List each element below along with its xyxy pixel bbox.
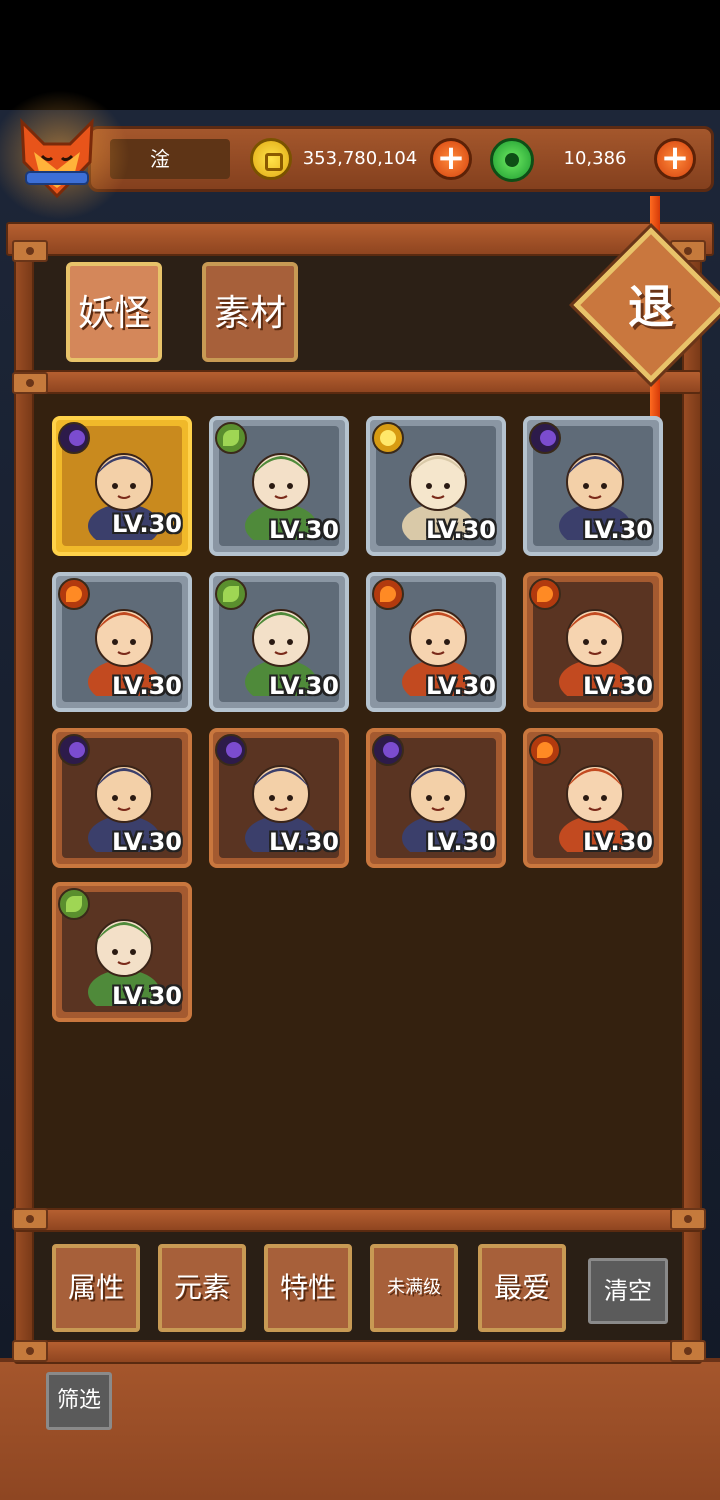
hero-card[interactable]: LV.30 [366,572,506,712]
wood-element-icon [58,888,90,920]
dark-element-icon [58,734,90,766]
hero-level: LV.30 [112,510,182,538]
exit-label[interactable]: 退 [596,262,706,352]
gold-amount: 353,780,104 [302,148,418,169]
hero-card[interactable]: LV.30 [523,572,663,712]
clear-filters-button[interactable]: 清空 [588,1258,668,1324]
hero-card[interactable]: LV.30 [523,728,663,868]
hero-level: LV.30 [583,516,653,544]
wood-element-icon [215,578,247,610]
add-jade-button[interactable]: + [654,138,696,180]
hero-card[interactable]: LV.30 [366,416,506,556]
jade-amount: 10,386 [563,148,627,169]
filter-attribute-button[interactable]: 属性 [52,1244,140,1332]
shelf-beam-bottom [14,1340,702,1364]
hero-level: LV.30 [112,982,182,1010]
hero-card[interactable]: LV.30 [52,728,192,868]
shelf-beam-lower [14,1208,702,1232]
hero-level: LV.30 [583,828,653,856]
tab-yokai[interactable]: 妖怪 [66,262,162,362]
dark-element-icon [372,734,404,766]
fire-element-icon [372,578,404,610]
hero-level: LV.30 [426,516,496,544]
filter-not-max-level-button[interactable]: 未满级 [370,1244,458,1332]
hero-card[interactable]: LV.30 [209,728,349,868]
shelf-post-left [14,230,34,1360]
fire-element-icon [529,578,561,610]
filter-button[interactable]: 筛选 [46,1372,112,1430]
hero-card[interactable]: LV.30 [209,572,349,712]
gold-coin-icon [250,138,292,180]
shelf-bolt [670,1340,706,1362]
hero-level: LV.30 [426,672,496,700]
filter-element-button[interactable]: 元素 [158,1244,246,1332]
hero-level: LV.30 [583,672,653,700]
shelf-beam-upper [14,370,702,394]
fire-element-icon [529,734,561,766]
hero-level: LV.30 [269,828,339,856]
plus-icon: + [660,138,690,178]
shelf-post-right [682,230,702,1360]
tab-materials[interactable]: 素材 [202,262,298,362]
add-gold-button[interactable]: + [430,138,472,180]
plus-icon: + [436,138,466,178]
hero-card[interactable]: LV.30 [209,416,349,556]
hero-card[interactable]: LV.30 [52,416,192,556]
hero-card[interactable]: LV.30 [52,882,192,1022]
dark-element-icon [529,422,561,454]
hero-level: LV.30 [269,516,339,544]
shelf-beam-top [6,222,714,256]
shelf-bolt [12,372,48,394]
hero-level: LV.30 [112,828,182,856]
shelf-bolt [670,1208,706,1230]
wood-element-icon [215,422,247,454]
hero-card[interactable]: LV.30 [366,728,506,868]
shelf-bolt [12,240,48,262]
hero-card[interactable]: LV.30 [52,572,192,712]
hero-level: LV.30 [426,828,496,856]
shelf-bolt [12,1208,48,1230]
light-element-icon [372,422,404,454]
fire-element-icon [58,578,90,610]
shelf-bolt [12,1340,48,1362]
fox-mask-icon[interactable] [14,118,100,198]
dark-element-icon [215,734,247,766]
hero-level: LV.30 [269,672,339,700]
hero-card[interactable]: LV.30 [523,416,663,556]
hero-level: LV.30 [112,672,182,700]
filter-trait-button[interactable]: 特性 [264,1244,352,1332]
dark-element-icon [58,422,90,454]
filter-favorite-button[interactable]: 最爱 [478,1244,566,1332]
jade-coin-icon [490,138,534,182]
